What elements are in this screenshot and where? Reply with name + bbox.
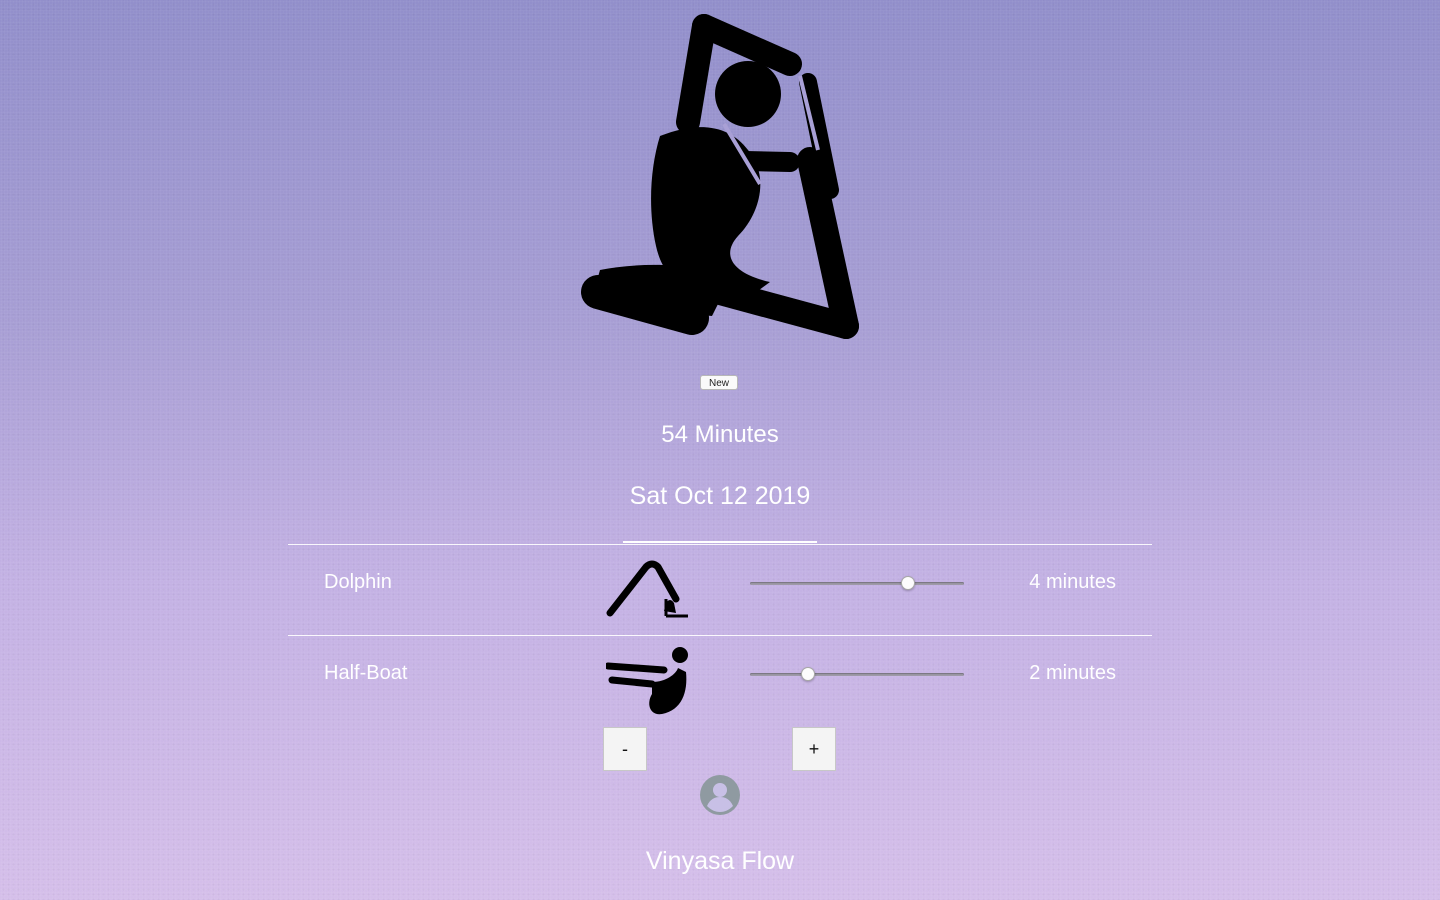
new-badge[interactable]: New [700,375,738,390]
pose-name: Dolphin [324,571,392,593]
pose-row-dolphin: Dolphin 4 minutes [288,545,1152,635]
slider-thumb[interactable] [800,667,815,681]
date-field-underline [623,541,817,543]
half-boat-pose-icon [606,647,688,715]
pose-row-half-boat: Half-Boat 2 minutes [288,636,1152,726]
duration-slider[interactable] [750,574,964,594]
pose-minutes: 4 minutes [1029,571,1116,593]
slider-track [750,582,964,585]
slider-track [750,673,964,676]
slider-thumb[interactable] [901,576,916,590]
king-pigeon-pose-icon [581,14,859,339]
duration-slider[interactable] [750,665,964,685]
dolphin-pose-icon [606,560,688,618]
session-date[interactable]: Sat Oct 12 2019 [0,482,1440,511]
flow-title: Vinyasa Flow [645,847,795,875]
add-pose-button[interactable]: + [792,727,836,771]
pose-minutes: 2 minutes [1029,662,1116,684]
session-duration: 54 Minutes [661,421,779,448]
pose-name: Half-Boat [324,662,408,684]
remove-pose-button[interactable]: - [603,727,647,771]
account-circle-icon[interactable] [700,775,740,815]
